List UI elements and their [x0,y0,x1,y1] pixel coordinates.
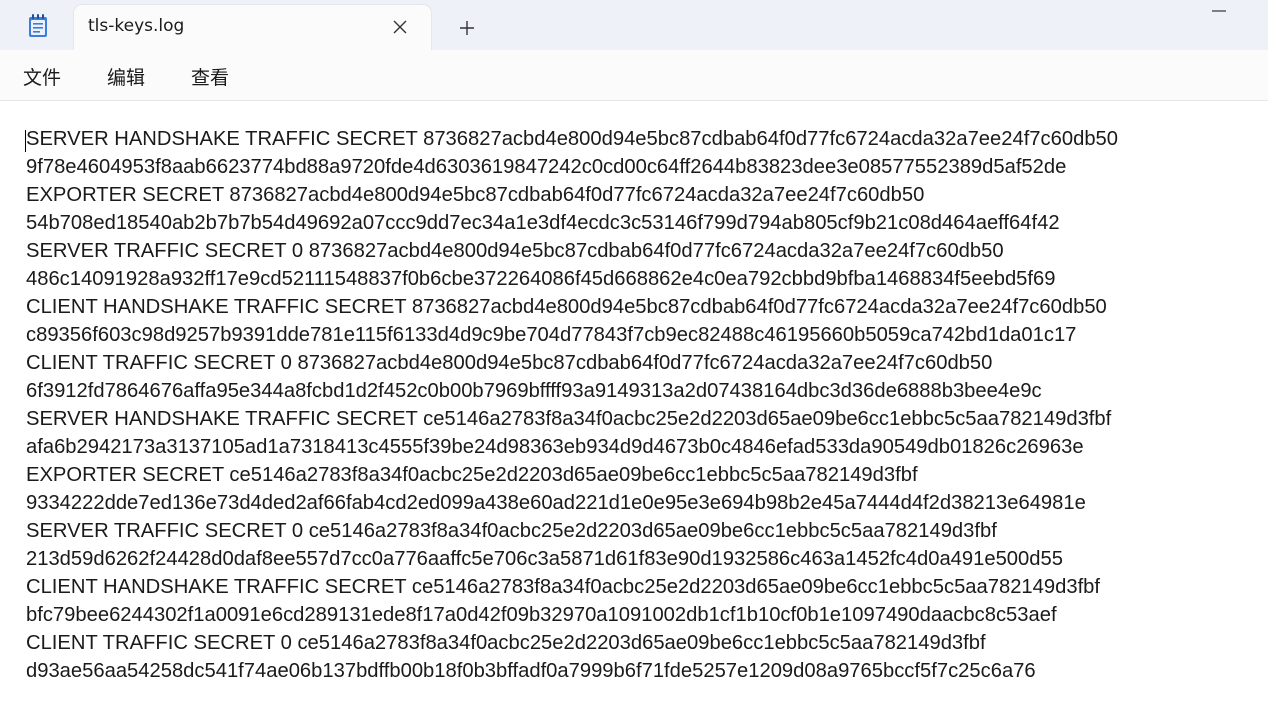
editor-line: EXPORTER SECRET 8736827acbd4e800d94e5bc8… [26,184,925,206]
editor-line: 54b708ed18540ab2b7b7b54d49692a07ccc9dd7e… [26,212,1060,234]
editor-line: SERVER TRAFFIC SECRET 0 ce5146a2783f8a34… [26,520,997,542]
editor-line: SERVER TRAFFIC SECRET 0 8736827acbd4e800… [26,240,1004,262]
plus-icon[interactable] [455,16,479,40]
editor-line: CLIENT HANDSHAKE TRAFFIC SECRET 8736827a… [26,296,1107,318]
close-icon[interactable] [389,16,411,38]
editor-line: CLIENT HANDSHAKE TRAFFIC SECRET ce5146a2… [26,576,1101,598]
editor-lines: SERVER HANDSHAKE TRAFFIC SECRET 8736827a… [26,125,1118,685]
notepad-window: tls-keys.log 文件 编辑 查看 SERVER HANDSHAKE T… [0,0,1268,706]
editor-line: 213d59d6262f24428d0daf8ee557d7cc0a776aaf… [26,548,1063,570]
tab-strip: tls-keys.log [0,0,1268,51]
editor-line: bfc79bee6244302f1a0091e6cd289131ede8f17a… [26,604,1057,626]
menu-edit[interactable]: 编辑 [107,63,145,90]
notepad-icon [27,14,49,38]
text-editor[interactable]: SERVER HANDSHAKE TRAFFIC SECRET 8736827a… [0,101,1268,706]
editor-line: d93ae56aa54258dc541f74ae06b137bdffb00b18… [26,660,1036,682]
tab-active[interactable]: tls-keys.log [74,5,431,51]
editor-line: CLIENT TRAFFIC SECRET 0 8736827acbd4e800… [26,352,993,374]
tab-title: tls-keys.log [88,16,185,36]
menu-bar: 文件 编辑 查看 [0,50,1268,101]
editor-line: 9f78e4604953f8aab6623774bd88a9720fde4d63… [26,156,1067,178]
editor-line: 9334222dde7ed136e73d4ded2af66fab4cd2ed09… [26,492,1086,514]
editor-line: CLIENT TRAFFIC SECRET 0 ce5146a2783f8a34… [26,632,986,654]
editor-line: 486c14091928a932ff17e9cd52111548837f0b6c… [26,268,1056,290]
menu-file[interactable]: 文件 [23,63,61,90]
editor-line: SERVER HANDSHAKE TRAFFIC SECRET 8736827a… [26,128,1118,150]
editor-line: EXPORTER SECRET ce5146a2783f8a34f0acbc25… [26,464,918,486]
menu-view[interactable]: 查看 [191,63,229,90]
editor-line: SERVER HANDSHAKE TRAFFIC SECRET ce5146a2… [26,408,1112,430]
minimize-icon[interactable] [1205,0,1233,20]
editor-line: c89356f603c98d9257b9391dde781e115f6133d4… [26,324,1077,346]
editor-line: 6f3912fd7864676affa95e344a8fcbd1d2f452c0… [26,380,1042,402]
editor-line: afa6b2942173a3137105ad1a7318413c4555f39b… [26,436,1084,458]
